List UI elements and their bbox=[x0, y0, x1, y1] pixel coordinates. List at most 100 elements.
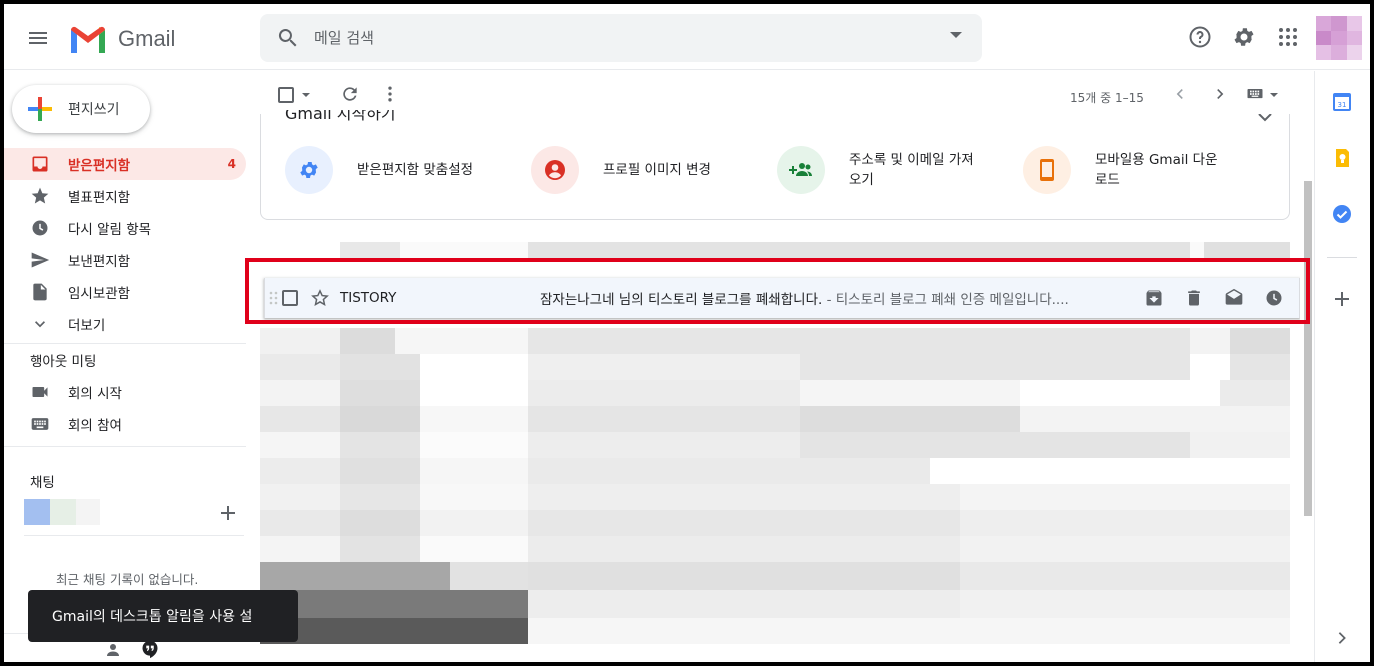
blurred-row bbox=[260, 354, 1300, 380]
more-vert-icon[interactable] bbox=[380, 84, 400, 104]
input-tools-dropdown-icon[interactable] bbox=[1270, 93, 1278, 97]
sidebar-item-drafts[interactable]: 임시보관함 bbox=[4, 276, 260, 308]
search-options-dropdown-icon[interactable] bbox=[950, 32, 962, 38]
chevron-down-icon bbox=[35, 321, 45, 328]
chevron-left-icon[interactable] bbox=[1170, 84, 1190, 104]
apps-grid-icon[interactable] bbox=[1276, 25, 1300, 49]
input-tools-keyboard-icon[interactable] bbox=[1244, 84, 1266, 104]
blurred-row bbox=[260, 618, 1300, 644]
blurred-row bbox=[260, 510, 1300, 536]
gs-icon-circle bbox=[777, 146, 825, 194]
blurred-row bbox=[260, 562, 1300, 590]
trash-icon[interactable] bbox=[1184, 288, 1204, 308]
meet-start-meeting[interactable]: 회의 시작 bbox=[4, 376, 260, 408]
mail-checkbox[interactable] bbox=[282, 290, 298, 306]
gmail-logo[interactable]: Gmail bbox=[68, 24, 175, 54]
mail-toolbar: 15개 중 1–15 bbox=[260, 71, 1314, 117]
hamburger-menu-icon[interactable] bbox=[26, 26, 50, 50]
tasks-icon[interactable] bbox=[1331, 203, 1353, 225]
sidebar-item-snoozed[interactable]: 다시 알림 항목 bbox=[4, 212, 260, 244]
add-addon-plus-icon[interactable] bbox=[1334, 291, 1350, 307]
sidebar-item-label: 별표편지함 bbox=[68, 190, 131, 206]
gs-customize-inbox[interactable]: 받은편지함 맞춤설정 bbox=[285, 144, 525, 196]
gs-label: 받은편지함 맞춤설정 bbox=[357, 162, 474, 178]
inbox-icon bbox=[32, 156, 48, 172]
mail-list: TISTORY 잠자는나그네 님의 티스토리 블로그를 폐쇄합니다. - 티스토… bbox=[260, 242, 1300, 662]
chevron-right-icon[interactable] bbox=[1335, 631, 1349, 645]
gs-change-profile-image[interactable]: 프로필 이미지 변경 bbox=[531, 144, 771, 196]
gs-label: 모바일용 Gmail 다운로드 bbox=[1095, 152, 1218, 188]
sidebar: 편지쓰기 받은편지함 4 별표편지함 다시 알림 항목 보낸편지함 임시보관함 … bbox=[4, 71, 260, 662]
select-all-checkbox[interactable] bbox=[278, 87, 294, 103]
sidebar-item-label: 다시 알림 항목 bbox=[68, 222, 152, 238]
sidebar-item-label: 더보기 bbox=[68, 318, 106, 334]
send-icon bbox=[31, 252, 50, 268]
chat-divider bbox=[24, 535, 244, 536]
gmail-m-icon bbox=[71, 26, 105, 53]
side-panel: 31 bbox=[1314, 71, 1370, 662]
chevron-right-icon[interactable] bbox=[1210, 84, 1230, 104]
gs-label: 주소록 및 이메일 가져오기 bbox=[849, 152, 974, 188]
calendar-icon[interactable]: 31 bbox=[1331, 91, 1353, 113]
blurred-row bbox=[260, 484, 1300, 510]
compose-plus-icon bbox=[28, 97, 52, 121]
blurred-row bbox=[260, 590, 1300, 618]
sidebar-item-label: 보낸편지함 bbox=[68, 254, 131, 270]
clock-icon bbox=[32, 220, 48, 236]
pagination-text: 15개 중 1–15 bbox=[1070, 91, 1144, 105]
chat-section: 채팅 최근 채팅 기록이 없습니다. bbox=[4, 465, 260, 587]
select-dropdown-icon[interactable] bbox=[302, 93, 310, 97]
compose-button[interactable]: 편지쓰기 bbox=[12, 85, 150, 133]
gs-icon-circle bbox=[1023, 146, 1071, 194]
keep-icon[interactable] bbox=[1331, 147, 1353, 169]
mail-subject-line: 잠자는나그네 님의 티스토리 블로그를 폐쇄합니다. - 티스토리 블로그 폐쇄… bbox=[540, 288, 1130, 308]
star-outline-icon[interactable] bbox=[310, 288, 330, 308]
person-icon[interactable] bbox=[104, 641, 122, 659]
search-input[interactable] bbox=[314, 29, 914, 47]
archive-icon[interactable] bbox=[1144, 288, 1164, 308]
gs-icon-circle bbox=[285, 146, 333, 194]
nav-list: 받은편지함 4 별표편지함 다시 알림 항목 보낸편지함 임시보관함 더보기 행… bbox=[4, 148, 260, 447]
add-chat-plus-icon[interactable] bbox=[220, 505, 236, 521]
hangouts-icon[interactable] bbox=[140, 639, 160, 659]
snooze-clock-icon[interactable] bbox=[1264, 288, 1284, 308]
compose-label: 편지쓰기 bbox=[68, 102, 120, 118]
blurred-row bbox=[260, 380, 1300, 406]
account-avatar[interactable] bbox=[1316, 16, 1362, 60]
gmail-window: Gmail 편지쓰기 bbox=[4, 4, 1370, 662]
video-icon bbox=[32, 387, 48, 397]
blurred-row bbox=[260, 242, 1300, 260]
mark-as-read-icon[interactable] bbox=[1224, 288, 1244, 308]
draft-icon bbox=[33, 283, 47, 301]
desktop-notification-toast[interactable]: Gmail의 데스크톱 알림을 사용 설 bbox=[28, 590, 298, 642]
search-icon[interactable] bbox=[276, 26, 300, 50]
chat-user-avatar[interactable] bbox=[24, 499, 100, 525]
meet-join-meeting[interactable]: 회의 참여 bbox=[4, 408, 260, 440]
getting-started-title: Gmail 시작하기 bbox=[285, 110, 396, 123]
gs-label: 프로필 이미지 변경 bbox=[603, 162, 711, 178]
meet-section-title: 행아웃 미팅 bbox=[30, 354, 97, 370]
sidebar-item-sent[interactable]: 보낸편지함 bbox=[4, 244, 260, 276]
sidebar-item-inbox[interactable]: 받은편지함 4 bbox=[4, 148, 246, 180]
mail-row-tistory[interactable]: TISTORY 잠자는나그네 님의 티스토리 블로그를 폐쇄합니다. - 티스토… bbox=[264, 278, 1300, 318]
gear-icon[interactable] bbox=[1232, 25, 1256, 49]
mail-snippet: - 티스토리 블로그 폐쇄 인증 메일입니다.... bbox=[822, 292, 1069, 308]
keyboard-icon bbox=[31, 418, 49, 430]
mail-list-scrollbar[interactable] bbox=[1302, 71, 1314, 662]
refresh-icon[interactable] bbox=[340, 84, 360, 104]
sidebar-item-label: 받은편지함 bbox=[68, 158, 131, 174]
drag-handle-icon[interactable] bbox=[268, 288, 280, 308]
gs-import-contacts[interactable]: 주소록 및 이메일 가져오기 bbox=[777, 144, 1017, 196]
sidebar-item-starred[interactable]: 별표편지함 bbox=[4, 180, 260, 212]
help-icon[interactable] bbox=[1188, 25, 1212, 49]
sidebar-item-more[interactable]: 더보기 bbox=[4, 308, 260, 340]
unread-count-badge: 4 bbox=[227, 157, 236, 171]
add-group-icon bbox=[789, 163, 812, 176]
blurred-row bbox=[260, 458, 1300, 484]
meet-item-label: 회의 시작 bbox=[68, 386, 122, 402]
scrollbar-thumb[interactable] bbox=[1304, 181, 1312, 516]
blurred-row bbox=[260, 432, 1300, 458]
close-icon[interactable] bbox=[1257, 114, 1273, 126]
gs-download-mobile[interactable]: 모바일용 Gmail 다운로드 bbox=[1023, 144, 1263, 196]
mail-sender: TISTORY bbox=[340, 290, 397, 306]
